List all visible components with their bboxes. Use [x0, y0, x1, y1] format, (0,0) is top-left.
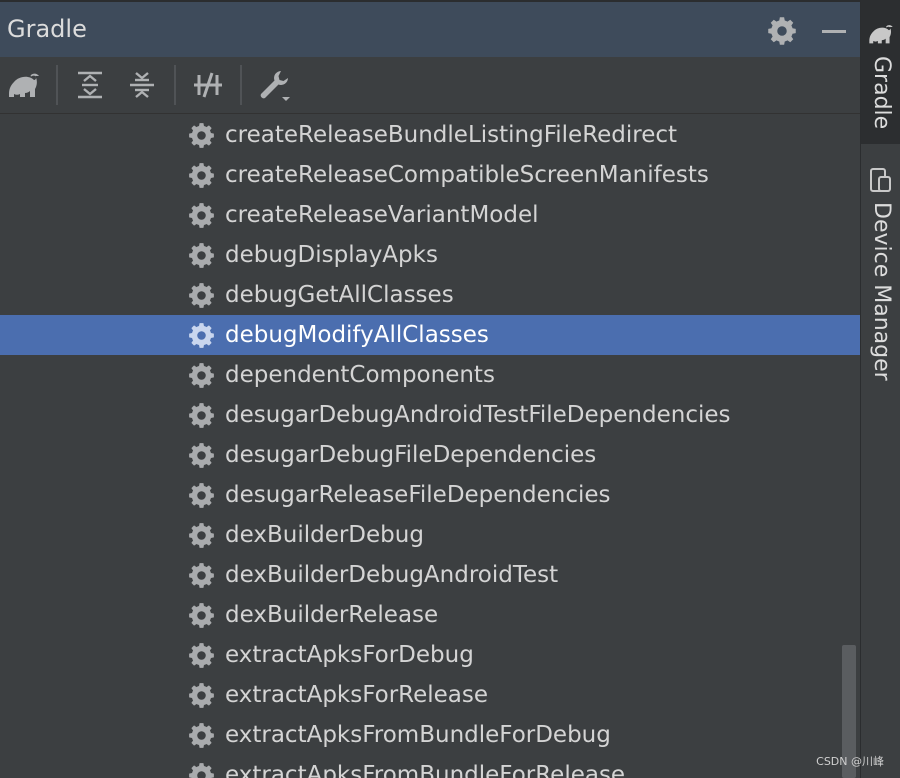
- task-row[interactable]: dexBuilderRelease: [0, 595, 860, 635]
- gear-icon: [188, 242, 215, 269]
- task-label: extractApksFromBundleForDebug: [225, 722, 611, 748]
- task-label: dependentComponents: [225, 362, 495, 388]
- side-tab-label: Gradle: [869, 56, 894, 130]
- tool-window-stripe: Gradle Device Manager: [860, 0, 900, 778]
- task-row[interactable]: desugarDebugAndroidTestFileDependencies: [0, 395, 860, 435]
- task-label: createReleaseBundleListingFileRedirect: [225, 122, 678, 148]
- side-tab-device-manager[interactable]: Device Manager: [861, 160, 900, 390]
- side-tab-gradle[interactable]: Gradle: [861, 0, 900, 144]
- toggle-offline-mode-icon[interactable]: [190, 67, 226, 103]
- task-label: desugarReleaseFileDependencies: [225, 482, 611, 508]
- toolbar-separator: [174, 65, 176, 105]
- device-manager-icon: [867, 166, 895, 194]
- gear-icon: [188, 322, 215, 349]
- gear-icon: [188, 162, 215, 189]
- toolbar-separator: [56, 65, 58, 105]
- task-row[interactable]: desugarDebugFileDependencies: [0, 435, 860, 475]
- gradle-elephant-icon[interactable]: [6, 67, 42, 103]
- gear-icon: [188, 762, 215, 778]
- task-tree: createReleaseBundleListingFileRedirect cr…: [0, 114, 860, 778]
- gear-icon: [188, 202, 215, 229]
- task-row[interactable]: createReleaseBundleListingFileRedirect: [0, 115, 860, 155]
- panel-title: Gradle: [7, 15, 87, 43]
- task-row[interactable]: dexBuilderDebugAndroidTest: [0, 555, 860, 595]
- gear-icon: [188, 522, 215, 549]
- task-label: dexBuilderDebug: [225, 522, 424, 548]
- gear-icon: [188, 442, 215, 469]
- gear-icon: [188, 722, 215, 749]
- task-label: desugarDebugFileDependencies: [225, 442, 597, 468]
- task-row[interactable]: createReleaseCompatibleScreenManifests: [0, 155, 860, 195]
- task-label: dexBuilderRelease: [225, 602, 439, 628]
- gear-icon: [188, 642, 215, 669]
- side-tab-label: Device Manager: [869, 202, 894, 381]
- gear-icon[interactable]: [767, 16, 797, 46]
- task-label: extractApksFromBundleForRelease: [225, 762, 626, 778]
- gear-icon: [188, 402, 215, 429]
- task-row[interactable]: debugDisplayApks: [0, 235, 860, 275]
- expand-all-icon[interactable]: [72, 67, 108, 103]
- build-tool-settings-icon[interactable]: [256, 67, 292, 103]
- gear-icon: [188, 602, 215, 629]
- task-label: debugGetAllClasses: [225, 282, 454, 308]
- panel-header: Gradle: [0, 0, 860, 57]
- task-label: createReleaseVariantModel: [225, 202, 539, 228]
- task-row[interactable]: extractApksForRelease: [0, 675, 860, 715]
- task-label: createReleaseCompatibleScreenManifests: [225, 162, 709, 188]
- task-label: debugDisplayApks: [225, 242, 438, 268]
- toolbar-separator: [240, 65, 242, 105]
- task-label: desugarDebugAndroidTestFileDependencies: [225, 402, 731, 428]
- minimize-icon[interactable]: [820, 16, 848, 46]
- gear-icon: [188, 282, 215, 309]
- task-label: dexBuilderDebugAndroidTest: [225, 562, 559, 588]
- gradle-elephant-icon: [867, 20, 895, 48]
- task-label: extractApksForRelease: [225, 682, 489, 708]
- gear-icon: [188, 682, 215, 709]
- watermark: CSDN @川峰: [816, 755, 884, 768]
- gear-icon: [188, 122, 215, 149]
- collapse-all-icon[interactable]: [124, 67, 160, 103]
- gear-icon: [188, 562, 215, 589]
- toolbar: [0, 57, 860, 114]
- task-label: debugModifyAllClasses: [225, 322, 489, 348]
- gear-icon: [188, 482, 215, 509]
- task-row[interactable]: extractApksForDebug: [0, 635, 860, 675]
- gradle-tool-window: Gradle createReleaseBundleListingFileRed…: [0, 0, 900, 778]
- task-row[interactable]: dependentComponents: [0, 355, 860, 395]
- task-row[interactable]: createReleaseVariantModel: [0, 195, 860, 235]
- task-row[interactable]: extractApksFromBundleForDebug: [0, 715, 860, 755]
- task-row[interactable]: debugModifyAllClasses: [0, 315, 860, 355]
- task-row[interactable]: debugGetAllClasses: [0, 275, 860, 315]
- task-row[interactable]: dexBuilderDebug: [0, 515, 860, 555]
- task-row[interactable]: extractApksFromBundleForRelease: [0, 755, 860, 778]
- gear-icon: [188, 362, 215, 389]
- task-row[interactable]: desugarReleaseFileDependencies: [0, 475, 860, 515]
- task-label: extractApksForDebug: [225, 642, 474, 668]
